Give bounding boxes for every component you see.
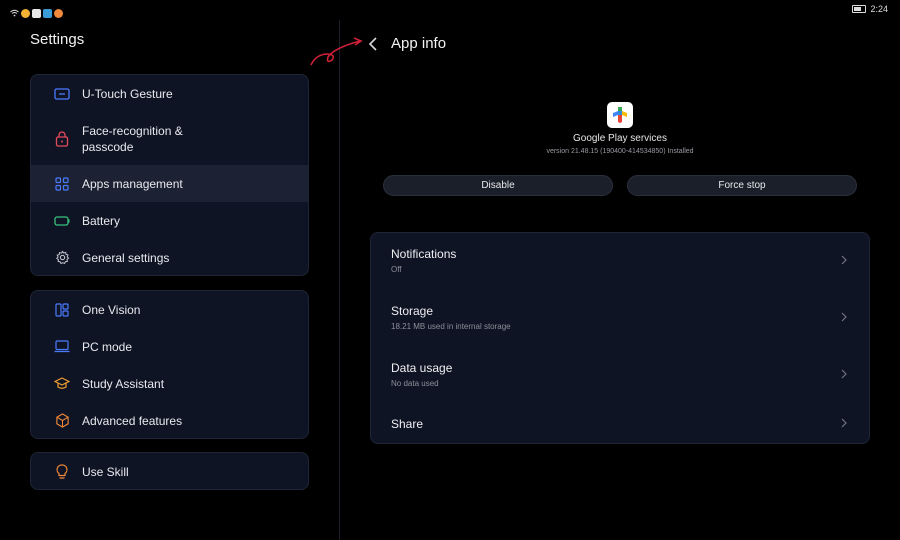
status-bar: 2:24: [0, 0, 900, 20]
hexagon-icon: [54, 413, 70, 429]
notification-icon-1: [21, 8, 30, 18]
app-name: Google Play services: [573, 133, 667, 144]
notification-icon-3: [43, 8, 52, 18]
lightbulb-icon: [54, 463, 70, 480]
sidebar-item-label: Study Assistant: [82, 376, 165, 391]
sidebar-item-label: Use Skill: [82, 464, 129, 479]
sidebar-item-label: PC mode: [82, 339, 133, 354]
pane-divider: [339, 20, 340, 540]
row-title: Data usage: [391, 361, 453, 375]
row-data-usage[interactable]: Data usage No data used: [371, 347, 869, 404]
wifi-icon: [10, 4, 19, 22]
split-screen-icon: [54, 302, 70, 318]
settings-group-2: One Vision PC mode Study Assistant Advan…: [30, 290, 309, 439]
chevron-right-icon: [841, 255, 847, 265]
sidebar-item-study-assistant[interactable]: Study Assistant: [31, 365, 308, 402]
battery-icon: [54, 213, 70, 229]
status-icons-right: 2:24: [852, 4, 888, 14]
sidebar-item-label: Apps management: [82, 176, 183, 191]
sidebar-item-label: U-Touch Gesture: [82, 86, 173, 101]
chevron-right-icon: [841, 312, 847, 322]
page-title: App info: [391, 35, 447, 52]
notification-icon-2: [32, 8, 41, 18]
sidebar-item-face-recognition[interactable]: Face-recognition & passcode: [31, 112, 308, 165]
sidebar-item-battery[interactable]: Battery: [31, 202, 308, 239]
sidebar-item-label: Advanced features: [82, 413, 183, 428]
disable-button[interactable]: Disable: [383, 175, 613, 196]
sidebar-item-pc-mode[interactable]: PC mode: [31, 328, 308, 365]
sidebar-item-apps-management[interactable]: Apps management: [31, 165, 308, 202]
gesture-icon: [54, 86, 70, 102]
row-share[interactable]: Share: [371, 404, 869, 444]
settings-group-3: Use Skill: [30, 452, 309, 490]
row-title: Notifications: [391, 247, 457, 261]
row-subtitle: 18.21 MB used in internal storage: [391, 322, 511, 331]
chevron-right-icon: [841, 369, 847, 379]
sidebar-item-label: General settings: [82, 250, 170, 265]
sidebar-item-label: Face-recognition & passcode: [82, 123, 183, 154]
laptop-icon: [54, 339, 70, 355]
chevron-left-icon: [368, 37, 377, 51]
graduation-cap-icon: [54, 376, 70, 392]
sidebar-item-advanced-features[interactable]: Advanced features: [31, 402, 308, 438]
sidebar-item-general-settings[interactable]: General settings: [31, 239, 308, 275]
back-button[interactable]: [366, 35, 382, 53]
row-subtitle: Off: [391, 265, 402, 274]
row-title: Storage: [391, 304, 434, 318]
app-info-card: Notifications Off Storage 18.21 MB used …: [370, 232, 870, 444]
status-icons-left: [10, 4, 63, 22]
row-storage[interactable]: Storage 18.21 MB used in internal storag…: [371, 290, 869, 347]
sidebar-item-label: Battery: [82, 213, 121, 228]
sidebar-item-label: One Vision: [82, 302, 141, 317]
lock-icon: [54, 130, 70, 147]
force-stop-button[interactable]: Force stop: [627, 175, 857, 196]
notification-icon-4: [54, 8, 63, 18]
app-version: version 21.48.15 (190400-414534850) Inst…: [546, 148, 694, 155]
chevron-right-icon: [841, 418, 847, 428]
apps-grid-icon: [54, 176, 70, 192]
settings-title: Settings: [30, 31, 85, 48]
battery-status-icon: [852, 5, 867, 13]
annotation-arrow-icon: [310, 37, 363, 66]
sidebar-item-use-skill[interactable]: Use Skill: [31, 453, 308, 489]
gear-icon: [54, 250, 70, 266]
sidebar-item-u-touch-gesture[interactable]: U-Touch Gesture: [31, 75, 308, 112]
google-play-services-icon: [607, 102, 633, 128]
sidebar-item-one-vision[interactable]: One Vision: [31, 291, 308, 328]
settings-group-1: U-Touch Gesture Face-recognition & passc…: [30, 74, 309, 276]
row-title: Share: [391, 417, 424, 431]
row-subtitle: No data used: [391, 379, 439, 388]
clock: 2:24: [870, 4, 888, 14]
row-notifications[interactable]: Notifications Off: [371, 233, 869, 290]
